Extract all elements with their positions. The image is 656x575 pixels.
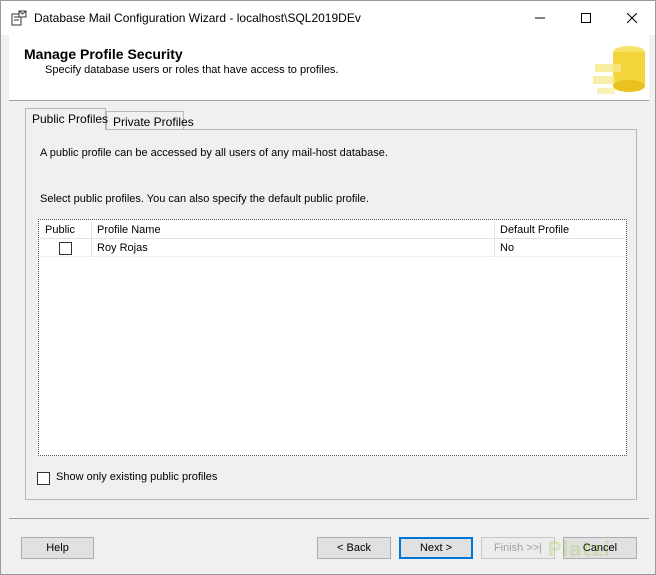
table-row[interactable]: Roy Rojas No [40, 239, 625, 257]
wizard-header: Manage Profile Security Specify database… [9, 35, 649, 101]
tab-private-profiles[interactable]: Private Profiles [106, 111, 194, 130]
minimize-button[interactable] [517, 1, 563, 35]
public-cell [40, 239, 92, 257]
page-subtitle: Specify database users or roles that hav… [45, 64, 339, 76]
public-checkbox[interactable] [59, 242, 72, 255]
title-bar: Database Mail Configuration Wizard - loc… [1, 1, 655, 35]
minimize-icon [535, 17, 545, 19]
platzi-watermark: Platzi [547, 537, 611, 561]
grid-header: Public Profile Name Default Profile [40, 221, 625, 239]
window-title: Database Mail Configuration Wizard - loc… [34, 11, 361, 25]
column-header-public[interactable]: Public [40, 221, 92, 239]
database-mail-icon [11, 10, 27, 26]
help-button[interactable]: Help [21, 537, 94, 559]
tab-public-profiles[interactable]: Public Profiles [25, 108, 108, 130]
show-only-existing-checkbox[interactable] [37, 472, 50, 485]
next-button[interactable]: Next > [399, 537, 473, 559]
close-icon [627, 13, 637, 23]
footer-separator [9, 518, 649, 519]
profiles-grid[interactable]: Public Profile Name Default Profile Roy … [38, 219, 627, 456]
back-button[interactable]: < Back [317, 537, 391, 559]
page-title: Manage Profile Security [24, 46, 183, 62]
database-banner-icon [589, 40, 647, 98]
maximize-button[interactable] [563, 1, 609, 35]
column-header-profile-name[interactable]: Profile Name [92, 221, 495, 239]
finish-button[interactable]: Finish >>| [481, 537, 555, 559]
default-profile-cell[interactable]: No [495, 239, 627, 257]
show-only-existing-label[interactable]: Show only existing public profiles [56, 471, 217, 483]
public-profile-instruction: Select public profiles. You can also spe… [40, 193, 369, 205]
public-profiles-panel: A public profile can be accessed by all … [25, 129, 637, 500]
profile-name-cell: Roy Rojas [92, 239, 495, 257]
column-header-default-profile[interactable]: Default Profile [495, 221, 627, 239]
maximize-icon [581, 13, 591, 23]
public-profile-description: A public profile can be accessed by all … [40, 147, 388, 159]
wizard-window: Database Mail Configuration Wizard - loc… [0, 0, 656, 575]
close-button[interactable] [609, 1, 655, 35]
